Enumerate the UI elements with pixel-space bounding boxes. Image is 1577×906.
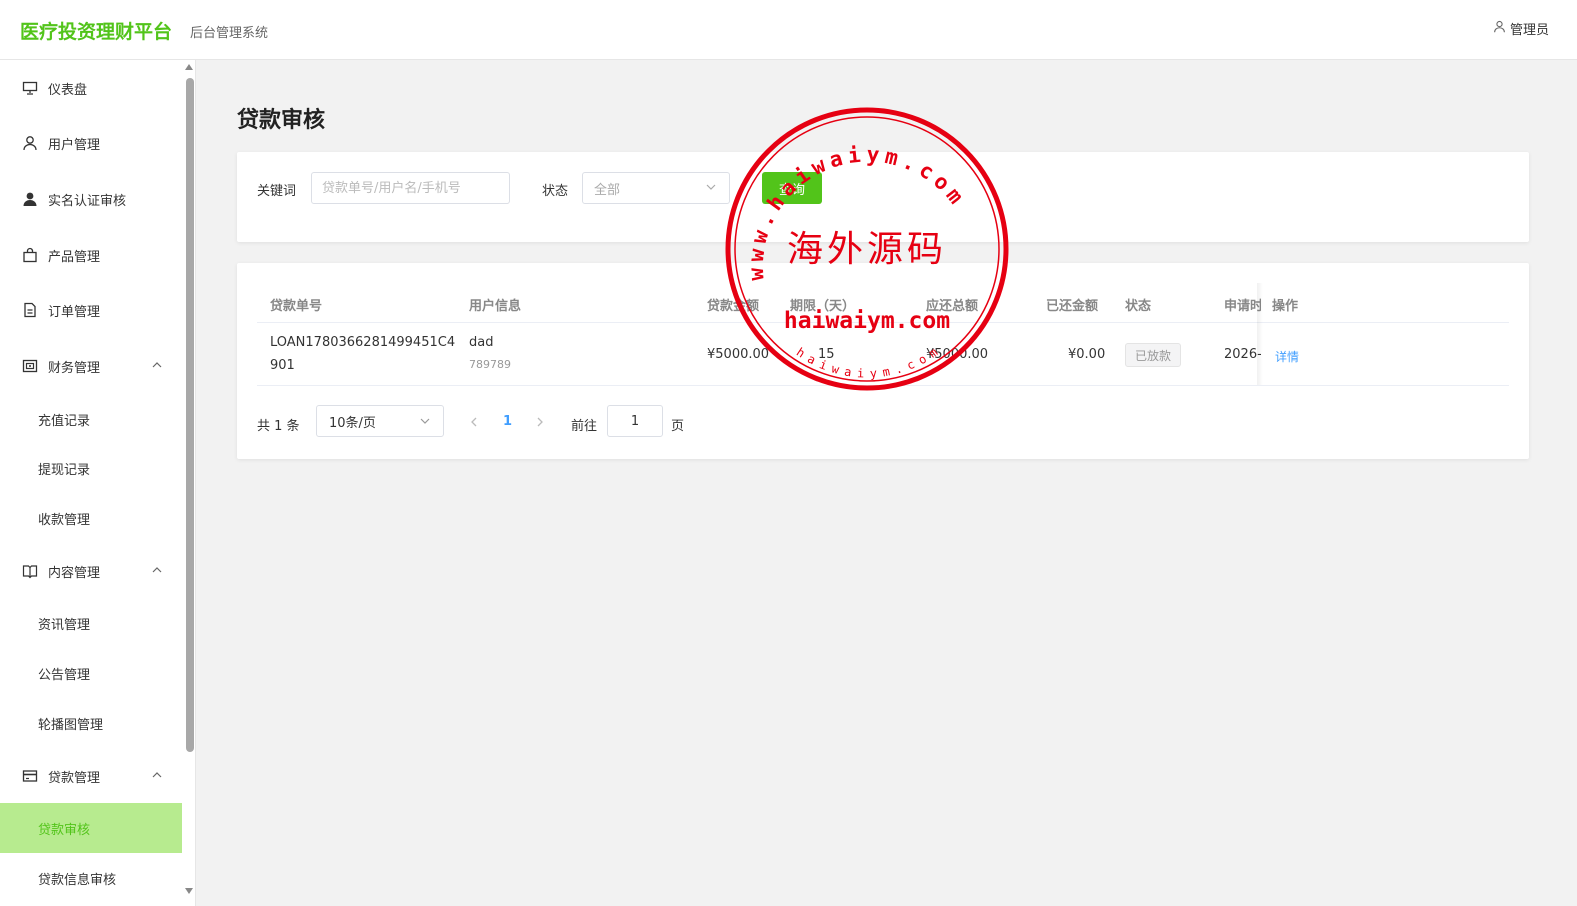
sidebar: 仪表盘 用户管理 实名认证审核 产品管理 订单管理 财务管理 充值记录 提现记录… — [0, 60, 196, 906]
loan-table: 贷款单号 用户信息 贷款金额 期限（天） 应还总额 已还金额 状态 申请时 操作… — [237, 263, 1529, 459]
goto-label: 前往 — [571, 419, 598, 434]
sidebar-item-label: 订单管理 — [48, 304, 101, 320]
status-badge: 已放款 — [1125, 343, 1182, 367]
chevron-up-icon — [152, 359, 162, 374]
keyword-input[interactable] — [311, 172, 510, 204]
next-page-icon[interactable] — [535, 416, 545, 431]
loan-number-cont: 901 — [270, 358, 295, 373]
sidebar-sub-loan-review[interactable]: 贷款审核 — [0, 803, 182, 853]
column-header: 用户信息 — [469, 299, 522, 314]
column-header: 应还总额 — [926, 299, 979, 314]
column-header: 贷款单号 — [270, 299, 323, 314]
sidebar-item-label: 内容管理 — [48, 565, 101, 581]
chevron-up-icon — [152, 564, 162, 579]
sidebar-item-label: 产品管理 — [48, 249, 101, 265]
sidebar-sub-loan-info-review[interactable]: 贷款信息审核 — [0, 853, 182, 903]
chevron-down-icon — [419, 415, 431, 431]
current-page[interactable]: 1 — [503, 414, 512, 429]
detail-link[interactable]: 详情 — [1275, 348, 1299, 365]
loan-amount: ¥5000.00 — [707, 347, 770, 362]
sidebar-sub-banner[interactable]: 轮播图管理 — [0, 698, 182, 748]
apply-time: 2026- — [1224, 347, 1261, 362]
page-title: 贷款审核 — [237, 108, 326, 133]
loan-term: 15 — [818, 347, 835, 362]
status-select-value: 全部 — [594, 182, 621, 198]
row-divider — [257, 385, 1509, 386]
sidebar-item-products[interactable]: 产品管理 — [0, 230, 182, 280]
column-header: 已还金额 — [1046, 299, 1099, 314]
sidebar-item-label: 仪表盘 — [48, 82, 88, 98]
book-icon — [22, 563, 38, 579]
credit-card-icon — [22, 768, 38, 784]
query-button[interactable]: 查询 — [762, 172, 822, 204]
total-due: ¥5000.00 — [926, 347, 989, 362]
sidebar-item-finance[interactable]: 财务管理 — [0, 341, 182, 391]
user-phone: 789789 — [469, 358, 511, 371]
sidebar-sub-recharge[interactable]: 充值记录 — [0, 394, 182, 444]
column-header: 贷款金额 — [707, 299, 760, 314]
pagination-total: 共 1 条 — [257, 419, 300, 434]
header-divider — [257, 322, 1509, 323]
user-menu[interactable]: 管理员 — [1493, 19, 1549, 38]
page-suffix: 页 — [671, 419, 685, 434]
column-header: 期限（天） — [790, 299, 856, 314]
sidebar-sub-collection[interactable]: 收款管理 — [0, 493, 182, 543]
page-size-value: 10条/页 — [329, 415, 376, 431]
chevron-down-icon — [705, 181, 717, 197]
sidebar-item-verification[interactable]: 实名认证审核 — [0, 174, 182, 224]
sidebar-item-label: 实名认证审核 — [48, 193, 127, 209]
sidebar-scrollbar[interactable] — [186, 78, 194, 752]
shopping-bag-icon — [22, 247, 38, 263]
user-name: dad — [469, 335, 494, 350]
sidebar-item-label: 贷款管理 — [48, 770, 101, 786]
user-icon — [1493, 20, 1506, 37]
sidebar-item-orders[interactable]: 订单管理 — [0, 285, 182, 335]
user-name: 管理员 — [1509, 23, 1549, 38]
page-size-select[interactable]: 10条/页 — [316, 405, 444, 437]
keyword-label: 关键词 — [257, 184, 297, 199]
chevron-up-icon — [152, 769, 162, 784]
sidebar-item-label: 财务管理 — [48, 360, 101, 376]
repaid-amount: ¥0.00 — [1068, 347, 1106, 362]
sidebar-sub-notice[interactable]: 公告管理 — [0, 648, 182, 698]
user-icon — [22, 135, 38, 151]
sidebar-sub-withdraw[interactable]: 提现记录 — [0, 443, 182, 493]
sidebar-sub-news[interactable]: 资讯管理 — [0, 598, 182, 648]
prev-page-icon[interactable] — [469, 416, 479, 431]
column-header: 申请时 — [1224, 299, 1261, 314]
status-select[interactable]: 全部 — [582, 172, 730, 204]
sidebar-item-loan[interactable]: 贷款管理 — [0, 751, 182, 801]
column-header: 操作 — [1272, 299, 1299, 314]
brand-title: 医疗投资理财平台 — [20, 21, 173, 43]
scroll-down-arrow[interactable] — [185, 888, 193, 894]
system-subtitle: 后台管理系统 — [190, 26, 269, 41]
sidebar-item-content[interactable]: 内容管理 — [0, 546, 182, 596]
presentation-icon — [22, 80, 38, 96]
goto-page-input[interactable] — [607, 405, 663, 437]
search-form: 关键词 状态 全部 查询 — [237, 152, 1529, 242]
wallet-icon — [22, 358, 38, 374]
sidebar-item-label: 用户管理 — [48, 137, 101, 153]
scroll-up-arrow[interactable] — [185, 64, 193, 70]
main-content: 贷款审核 关键词 状态 全部 查询 贷款单号 用户信息 贷款金额 期限（天） 应… — [197, 60, 1577, 906]
sidebar-item-users[interactable]: 用户管理 — [0, 118, 182, 168]
column-header: 状态 — [1125, 299, 1152, 314]
top-header: 医疗投资理财平台 后台管理系统 管理员 — [0, 0, 1577, 60]
sidebar-item-dashboard[interactable]: 仪表盘 — [0, 63, 182, 113]
status-label: 状态 — [542, 184, 569, 199]
document-icon — [22, 302, 38, 318]
loan-number: LOAN1780366281499451C4 — [270, 335, 456, 350]
user-filled-icon — [22, 191, 38, 207]
fixed-column-shadow — [1257, 283, 1263, 385]
